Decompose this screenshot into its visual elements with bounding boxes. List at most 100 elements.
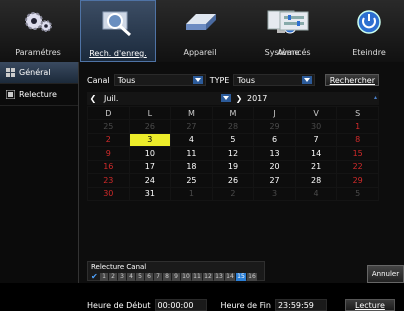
channel-checkbox[interactable]: 10 xyxy=(181,272,191,281)
tab-appareil[interactable]: Appareil xyxy=(162,0,238,62)
canal-value: Tous xyxy=(117,75,136,85)
calendar-day[interactable]: 21 xyxy=(294,159,338,174)
tab-eteindre[interactable]: Eteindre xyxy=(334,0,404,62)
weekday-label: V xyxy=(294,106,338,120)
calendar-day[interactable]: 11 xyxy=(170,146,213,161)
calendar-day[interactable]: 2 xyxy=(211,186,255,201)
tab-rech-enreg[interactable]: Rech. d'enreg. xyxy=(80,0,156,62)
calendar-day[interactable]: 30 xyxy=(87,186,130,201)
canal-select[interactable]: Tous xyxy=(113,74,206,86)
month-select[interactable]: Juil. xyxy=(101,92,233,105)
calendar-day[interactable]: 10 xyxy=(128,146,172,161)
channel-checkbox[interactable]: 6 xyxy=(145,272,153,281)
calendar-day[interactable]: 8 xyxy=(336,132,379,147)
tab-avances[interactable]: Avancés xyxy=(256,0,332,62)
month-value: Juil. xyxy=(104,94,119,103)
channel-checkbox[interactable]: 1 xyxy=(100,272,108,281)
calendar-day[interactable]: 4 xyxy=(294,186,338,201)
calendar-day[interactable]: 3 xyxy=(253,186,296,201)
power-icon xyxy=(357,10,381,34)
sidebar-item-relecture[interactable]: Relecture xyxy=(0,84,78,106)
sidebar: Général Relecture xyxy=(0,62,79,283)
calendar-day[interactable]: 7 xyxy=(294,132,338,147)
channel-checkbox-selected[interactable]: 15 xyxy=(236,272,246,281)
channel-checkbox[interactable]: 2 xyxy=(109,272,117,281)
tab-parametres[interactable]: Paramétres xyxy=(0,0,76,62)
calendar-day[interactable]: 29 xyxy=(336,173,379,188)
start-time-value: 00:00:00 xyxy=(157,300,194,310)
main-panel: Canal Tous TYPE Tous Rechercher ❮ Juil. … xyxy=(79,62,404,311)
channel-checkbox[interactable]: 12 xyxy=(203,272,213,281)
calendar-day[interactable]: 16 xyxy=(87,159,130,174)
calendar-week: 2 3 4 5 6 7 8 xyxy=(87,132,379,147)
calendar-day[interactable]: 26 xyxy=(211,173,255,188)
calendar-day[interactable]: 19 xyxy=(211,159,255,174)
weekday-label: J xyxy=(253,106,296,120)
calendar-day[interactable]: 9 xyxy=(87,146,130,161)
calendar-day[interactable]: 12 xyxy=(211,146,255,161)
start-time-input[interactable]: 00:00:00 xyxy=(154,299,207,311)
calendar-day[interactable]: 1 xyxy=(170,186,213,201)
calendar-day[interactable]: 25 xyxy=(87,119,130,134)
channel-checkbox[interactable]: 16 xyxy=(247,272,257,281)
calendar-day[interactable]: 1 xyxy=(336,119,379,134)
channel-checkbox[interactable]: 4 xyxy=(127,272,135,281)
annuler-button[interactable]: Annuler xyxy=(367,265,404,283)
calendar-day[interactable]: 25 xyxy=(170,173,213,188)
year-value[interactable]: 2017 xyxy=(247,94,267,103)
channel-checkbox[interactable]: 5 xyxy=(136,272,144,281)
type-label: TYPE xyxy=(209,75,230,85)
channel-checkbox[interactable]: 3 xyxy=(118,272,126,281)
calendar-day[interactable]: 6 xyxy=(253,132,296,147)
channel-checkbox[interactable]: 8 xyxy=(163,272,171,281)
calendar-day[interactable]: 31 xyxy=(128,186,172,201)
relecture-canal-title: Relecture Canal xyxy=(91,263,147,271)
calendar-day[interactable]: 26 xyxy=(128,119,172,134)
channel-checkbox[interactable]: 11 xyxy=(192,272,202,281)
calendar-day[interactable]: 14 xyxy=(294,146,338,161)
calendar-day[interactable]: 20 xyxy=(253,159,296,174)
calendar-day[interactable]: 15 xyxy=(336,146,379,161)
calendar-day[interactable]: 28 xyxy=(294,173,338,188)
end-time-input[interactable]: 23:59:59 xyxy=(274,299,327,311)
tab-label: Appareil xyxy=(183,48,217,57)
calendar-day[interactable]: 27 xyxy=(253,173,296,188)
calendar-day[interactable]: 27 xyxy=(170,119,213,134)
calendar-day[interactable]: 5 xyxy=(211,132,255,147)
year-stepper-icon[interactable]: ▴ xyxy=(374,94,377,101)
calendar-day[interactable]: 13 xyxy=(253,146,296,161)
sidebar-item-label: Relecture xyxy=(19,90,57,99)
calendar-day[interactable]: 22 xyxy=(336,159,379,174)
channel-checkbox[interactable]: 9 xyxy=(172,272,180,281)
calendar-day-selected[interactable]: 3 xyxy=(128,132,172,147)
check-all-icon[interactable]: ✔ xyxy=(91,272,99,281)
calendar-day[interactable]: 18 xyxy=(170,159,213,174)
channel-checkbox[interactable]: 7 xyxy=(154,272,162,281)
calendar-day[interactable]: 23 xyxy=(87,173,130,188)
calendar-day[interactable]: 5 xyxy=(336,186,379,201)
calendar-week: 25 26 27 28 29 30 1 xyxy=(87,119,379,134)
calendar-day[interactable]: 29 xyxy=(253,119,296,134)
next-month-icon[interactable]: ❯ xyxy=(233,94,245,103)
calendar-day[interactable]: 30 xyxy=(294,119,338,134)
type-select[interactable]: Tous xyxy=(233,74,316,86)
channel-checkbox[interactable]: 14 xyxy=(225,272,235,281)
calendar-day[interactable]: 28 xyxy=(211,119,255,134)
type-value: Tous xyxy=(237,75,256,85)
chevron-down-icon xyxy=(221,93,231,102)
month-year-selector: ❮ Juil. ❯ 2017 ▴ xyxy=(87,92,379,105)
calendar-day[interactable]: 17 xyxy=(128,159,172,174)
search-button-label: Rechercher xyxy=(329,75,375,85)
calendar-day[interactable]: 2 xyxy=(87,132,130,147)
annuler-button-label: Annuler xyxy=(371,270,400,278)
prev-month-icon[interactable]: ❮ xyxy=(87,94,99,103)
calendar-day[interactable]: 4 xyxy=(170,132,213,147)
search-button[interactable]: Rechercher xyxy=(325,74,380,86)
search-record-icon xyxy=(102,11,132,37)
sidebar-item-general[interactable]: Général xyxy=(0,62,78,84)
calendar-day[interactable]: 24 xyxy=(128,173,172,188)
tab-label: Rech. d'enreg. xyxy=(89,49,147,58)
lecture-button[interactable]: Lecture xyxy=(344,299,395,311)
tab-label: Paramétres xyxy=(15,48,61,57)
channel-checkbox[interactable]: 13 xyxy=(214,272,224,281)
